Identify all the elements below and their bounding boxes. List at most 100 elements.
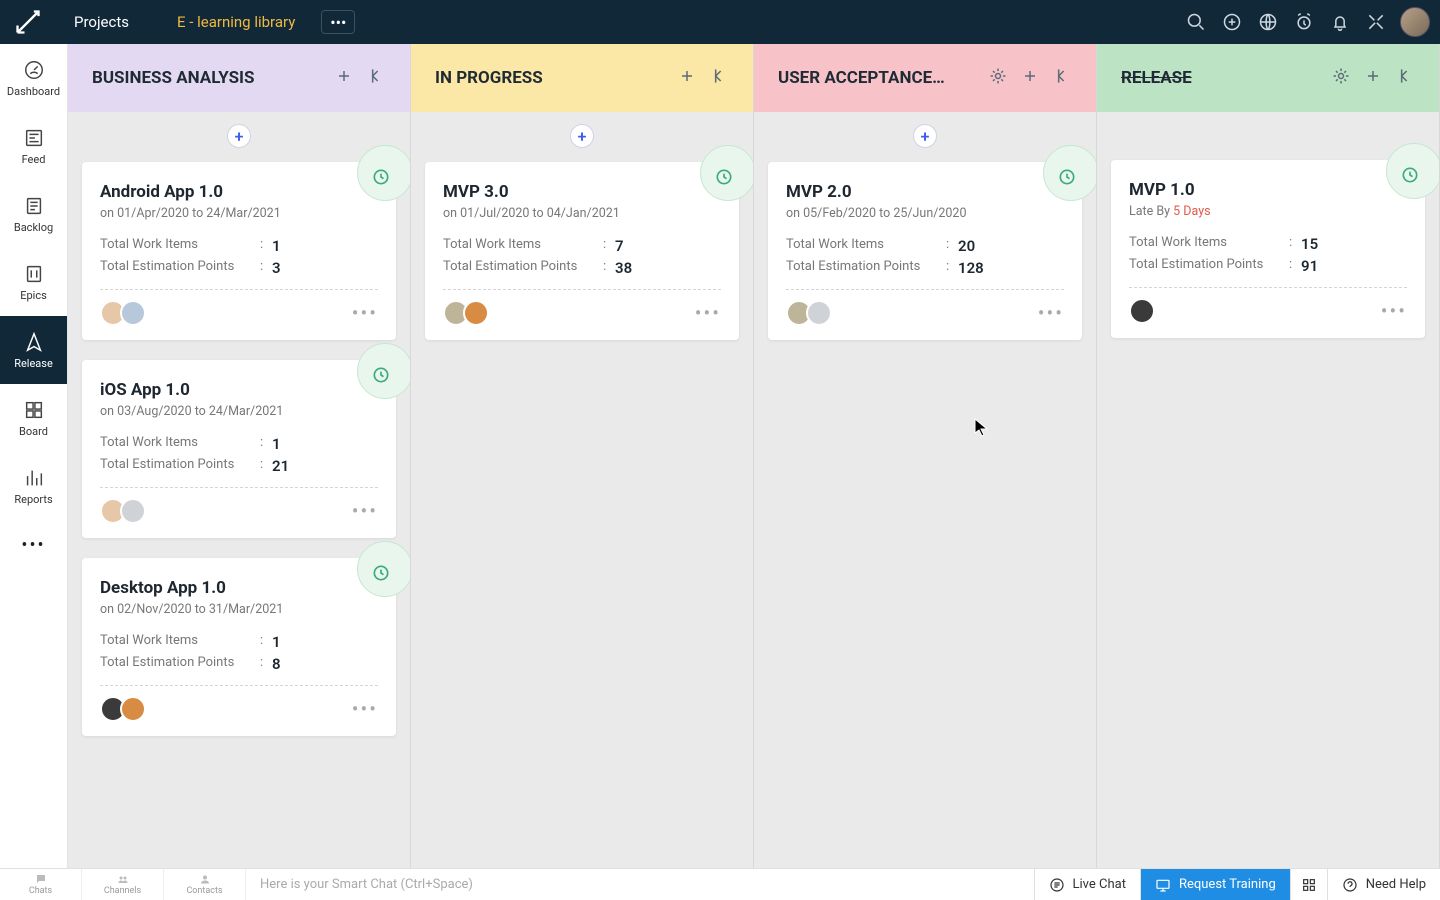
add-card-button[interactable]: + (227, 124, 251, 148)
stat-label: Total Work Items (100, 237, 260, 255)
card-stat-row: Total Estimation Points:21 (100, 457, 378, 475)
live-chat-button[interactable]: Live Chat (1034, 869, 1140, 900)
add-column-icon[interactable] (334, 66, 354, 91)
card-title: MVP 1.0 (1129, 180, 1407, 200)
card-more-icon[interactable]: ••• (352, 301, 378, 325)
card-avatars (100, 696, 140, 722)
stat-label: Total Estimation Points (443, 259, 603, 277)
column-release: RELEASEMVP 1.0Late By 5 DaysTotal Work I… (1097, 44, 1440, 868)
bottom-bar: Chats Channels Contacts Here is your Sma… (0, 868, 1440, 900)
card-avatars (443, 300, 483, 326)
column-body: + MVP 2.0on 05/Feb/2020 to 25/Jun/2020Tot… (754, 112, 1096, 868)
add-column-icon[interactable] (1020, 66, 1040, 91)
collapse-icon[interactable] (1395, 66, 1415, 91)
release-card[interactable]: MVP 2.0on 05/Feb/2020 to 25/Jun/2020Tota… (768, 162, 1082, 340)
card-late-by: 5 Days (1173, 204, 1210, 219)
request-training-button[interactable]: Request Training (1140, 869, 1290, 900)
nav-dashboard[interactable]: Dashboard (0, 44, 67, 112)
alarm-icon[interactable] (1286, 0, 1322, 44)
column-header-actions (677, 66, 729, 91)
release-card[interactable]: iOS App 1.0on 03/Aug/2020 to 24/Mar/2021… (82, 360, 396, 538)
card-stat-row: Total Estimation Points:128 (786, 259, 1064, 277)
card-dates: on 02/Nov/2020 to 31/Mar/2021 (100, 602, 378, 617)
release-board: BUSINESS ANALYSIS+Android App 1.0on 01/A… (68, 44, 1440, 868)
release-card[interactable]: Desktop App 1.0 on 02/Nov/2020 to 31/Mar/… (82, 558, 396, 736)
nav-label: Dashboard (7, 85, 60, 98)
add-icon[interactable] (1214, 0, 1250, 44)
add-column-icon[interactable] (1363, 66, 1383, 91)
card-more-icon[interactable]: ••• (352, 499, 378, 523)
card-more-icon[interactable]: ••• (352, 697, 378, 721)
release-card[interactable]: Android App 1.0on 01/Apr/2020 to 24/Mar/… (82, 162, 396, 340)
project-name-tab[interactable]: E - learning library (147, 0, 317, 44)
card-avatars (100, 300, 140, 326)
avatar[interactable] (120, 300, 146, 326)
card-stat-row: Total Work Items:1 (100, 435, 378, 453)
tools-icon[interactable] (1358, 0, 1394, 44)
clock-badge (341, 359, 397, 415)
nav-board[interactable]: Board (0, 384, 67, 452)
need-help-button[interactable]: Need Help (1327, 869, 1440, 900)
app-logo[interactable] (0, 8, 56, 36)
card-stat-row: Total Estimation Points:38 (443, 259, 721, 277)
card-avatars (1129, 298, 1149, 324)
add-card-button[interactable]: + (570, 124, 594, 148)
globe-icon[interactable] (1250, 0, 1286, 44)
gear-icon[interactable] (1331, 66, 1351, 91)
stat-value: 128 (958, 259, 984, 277)
projects-link[interactable]: Projects (56, 0, 147, 44)
collapse-icon[interactable] (709, 66, 729, 91)
smartchat-input[interactable]: Here is your Smart Chat (Ctrl+Space) (246, 877, 1034, 892)
nav-feed[interactable]: Feed (0, 112, 67, 180)
nav-more[interactable]: ••• (0, 520, 67, 570)
card-footer: ••• (100, 696, 378, 722)
card-more-icon[interactable]: ••• (695, 301, 721, 325)
search-icon[interactable] (1178, 0, 1214, 44)
bottom-nav-channels[interactable]: Channels (82, 869, 164, 900)
add-column-icon[interactable] (677, 66, 697, 91)
column-business-analysis: BUSINESS ANALYSIS+Android App 1.0on 01/A… (68, 44, 411, 868)
user-avatar[interactable] (1400, 7, 1430, 37)
card-stat-row: Total Estimation Points:8 (100, 655, 378, 673)
nav-release[interactable]: Release (0, 316, 67, 384)
collapse-icon[interactable] (366, 66, 386, 91)
avatar[interactable] (1129, 298, 1155, 324)
topbar: Projects E - learning library ••• (0, 0, 1440, 44)
card-stat-row: Total Work Items:20 (786, 237, 1064, 255)
card-footer: ••• (100, 498, 378, 524)
card-title: Android App 1.0 (100, 182, 378, 202)
stat-value: 38 (615, 259, 632, 277)
card-more-icon[interactable]: ••• (1038, 301, 1064, 325)
bottom-nav-chats[interactable]: Chats (0, 869, 82, 900)
apps-grid-button[interactable] (1290, 869, 1327, 900)
collapse-icon[interactable] (1052, 66, 1072, 91)
request-training-label: Request Training (1179, 877, 1276, 892)
avatar[interactable] (806, 300, 832, 326)
avatar[interactable] (120, 498, 146, 524)
stat-value: 8 (272, 655, 281, 673)
avatar[interactable] (463, 300, 489, 326)
stat-value: 15 (1301, 235, 1318, 253)
add-card-button[interactable]: + (913, 124, 937, 148)
project-more-button[interactable]: ••• (321, 10, 355, 34)
nav-epics[interactable]: Epics (0, 248, 67, 316)
card-title: Desktop App 1.0 (100, 578, 378, 598)
stat-label: Total Work Items (1129, 235, 1289, 253)
column-header-user-acceptance: USER ACCEPTANCE… (754, 44, 1096, 112)
stat-label: Total Work Items (443, 237, 603, 255)
nav-reports[interactable]: Reports (0, 452, 67, 520)
release-card[interactable]: MVP 3.0on 01/Jul/2020 to 04/Jan/2021Tota… (425, 162, 739, 340)
card-title: MVP 3.0 (443, 182, 721, 202)
smartchat-placeholder: Here is your Smart Chat (Ctrl+Space) (260, 877, 473, 892)
stat-label: Total Work Items (100, 633, 260, 651)
release-card[interactable]: MVP 1.0Late By 5 DaysTotal Work Items:15… (1111, 160, 1425, 338)
stat-value: 1 (272, 633, 281, 651)
nav-backlog[interactable]: Backlog (0, 180, 67, 248)
bell-icon[interactable] (1322, 0, 1358, 44)
avatar[interactable] (120, 696, 146, 722)
bottom-nav-contacts[interactable]: Contacts (164, 869, 246, 900)
card-more-icon[interactable]: ••• (1381, 299, 1407, 323)
bnav-label: Channels (104, 886, 141, 896)
column-title: RELEASE (1121, 68, 1192, 88)
gear-icon[interactable] (988, 66, 1008, 91)
